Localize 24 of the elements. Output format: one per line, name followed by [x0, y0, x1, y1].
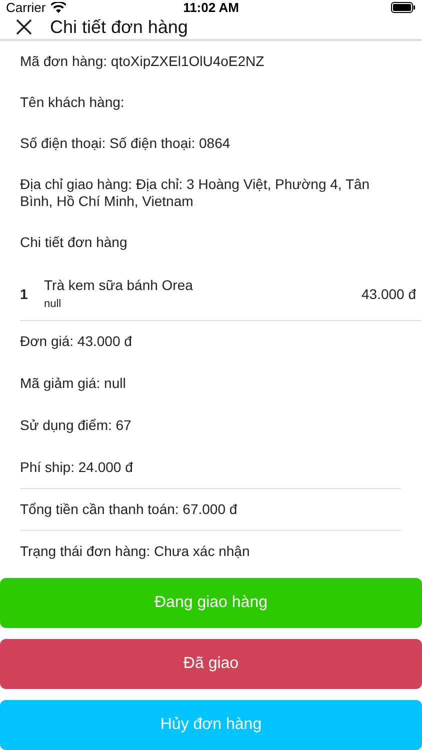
info-text: Địa chỉ giao hàng: Địa chỉ: 3 Hoàng Việt, Phường 4, Tân Bình, Hồ Chí Minh, Vietnam	[20, 175, 371, 211]
summary-text: Mã giảm giá: null	[20, 374, 127, 393]
status-time: 11:02 AM	[183, 0, 239, 15]
info-text: Mã đơn hàng: qtoXipZXEl1OlU4oE2NZ	[20, 52, 266, 71]
status-button[interactable]: Đã giao	[0, 639, 422, 689]
summary-text: Trạng thái đơn hàng: Chưa xác nhận	[20, 542, 251, 561]
close-icon[interactable]	[16, 19, 32, 35]
battery-icon	[391, 2, 416, 13]
screen-title: Chi tiết đơn hàng	[50, 16, 188, 38]
summary-text: Sử dụng điểm: 67	[20, 416, 132, 435]
item-note: null	[44, 298, 62, 310]
info-text: Tên khách hàng:	[20, 93, 126, 112]
status-button[interactable]: Hủy đơn hàng	[0, 700, 422, 750]
item-quantity: 1	[20, 286, 29, 302]
item-price: 43.000 đ	[362, 286, 416, 302]
info-text: Số điện thoại: Số điện thoại: 0864	[20, 134, 232, 153]
item-name: Trà kem sữa bánh Orea	[44, 277, 194, 293]
summary-text: Phí ship: 24.000 đ	[20, 447, 401, 489]
wifi-icon	[50, 2, 66, 13]
info-text: Chi tiết đơn hàng	[20, 233, 128, 252]
summary-text: Đơn giá: 43.000 đ	[20, 332, 133, 351]
carrier-name: Carrier	[6, 0, 46, 15]
summary-text: Tổng tiền cần thanh toán: 67.000 đ	[20, 489, 401, 531]
status-button[interactable]: Đang giao hàng	[0, 578, 422, 628]
